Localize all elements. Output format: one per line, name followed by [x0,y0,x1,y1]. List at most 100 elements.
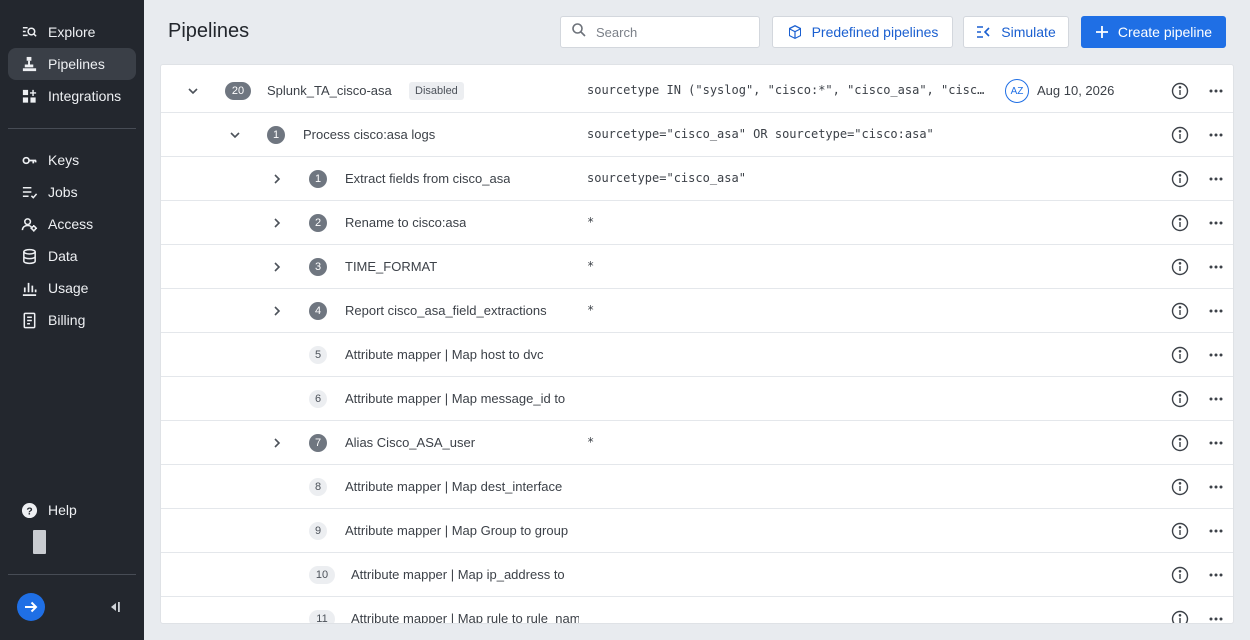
sidebar-item-label: Help [48,502,77,518]
more-options-icon[interactable] [1207,610,1225,623]
chevron-down-icon[interactable] [185,83,201,99]
sidebar: Explore Pipelines Integrations Keys Jobs… [0,0,144,640]
more-options-icon[interactable] [1207,214,1225,232]
more-options-icon[interactable] [1207,82,1225,100]
sidebar-item-access[interactable]: Access [8,208,136,240]
sidebar-item-label: Usage [48,280,89,296]
arrow-right-icon[interactable] [17,593,45,621]
more-options-icon[interactable] [1207,478,1225,496]
jobs-icon [20,183,38,201]
table-row[interactable]: 5 Attribute mapper | Map host to dvc [161,333,1233,377]
chevron-right-icon[interactable] [269,215,285,231]
bar-chart-icon [20,279,38,297]
sidebar-item-explore[interactable]: Explore [8,16,136,48]
info-icon[interactable] [1171,522,1189,540]
step-name: Process cisco:asa logs [303,127,436,142]
info-icon[interactable] [1171,566,1189,584]
sidebar-item-label: Keys [48,152,80,168]
more-options-icon[interactable] [1207,126,1225,144]
info-icon[interactable] [1171,610,1189,623]
chevron-down-icon[interactable] [227,127,243,143]
more-options-icon[interactable] [1207,522,1225,540]
billing-icon [20,311,38,329]
chevron-right-icon[interactable] [269,171,285,187]
step-name: Attribute mapper | Map dest_interface [345,479,563,494]
info-icon[interactable] [1171,302,1189,320]
chevron-right-icon[interactable] [269,303,285,319]
pipelines-icon [20,55,38,73]
more-options-icon[interactable] [1207,566,1225,584]
step-number-badge: 4 [309,302,327,320]
table-row[interactable]: 8 Attribute mapper | Map dest_interface [161,465,1233,509]
sidebar-item-billing[interactable]: Billing [8,304,136,336]
table-row[interactable]: 1 Extract fields from cisco_asa sourcety… [161,157,1233,201]
table-row[interactable]: 7 Alias Cisco_ASA_user * [161,421,1233,465]
table-row[interactable]: 20 Splunk_TA_cisco-asa Disabled sourcety… [161,69,1233,113]
table-row[interactable]: 9 Attribute mapper | Map Group to group [161,509,1233,553]
search-box[interactable] [560,16,760,48]
step-condition: * [587,303,595,317]
sidebar-divider [8,574,136,575]
sidebar-item-integrations[interactable]: Integrations [8,80,136,112]
info-icon[interactable] [1171,258,1189,276]
svg-text:?: ? [26,506,32,517]
info-icon[interactable] [1171,82,1189,100]
search-icon [571,22,587,43]
step-number-badge: 7 [309,434,327,452]
table-row[interactable]: 1 Process cisco:asa logs sourcetype="cis… [161,113,1233,157]
step-name: Extract fields from cisco_asa [345,171,511,186]
info-icon[interactable] [1171,170,1189,188]
table-row[interactable]: 11 Attribute mapper | Map rule to rule_n… [161,597,1233,623]
table-row[interactable]: 10 Attribute mapper | Map ip_address to [161,553,1233,597]
pipelines-table: 20 Splunk_TA_cisco-asa Disabled sourcety… [160,64,1234,624]
sidebar-divider [8,128,136,129]
simulate-button[interactable]: Simulate [963,16,1069,48]
info-icon[interactable] [1171,478,1189,496]
sidebar-item-keys[interactable]: Keys [8,144,136,176]
step-number-badge: 9 [309,522,327,540]
more-options-icon[interactable] [1207,434,1225,452]
info-icon[interactable] [1171,390,1189,408]
pipeline-date: Aug 10, 2026 [1037,83,1115,98]
more-options-icon[interactable] [1207,170,1225,188]
predefined-pipelines-button[interactable]: Predefined pipelines [772,16,953,48]
step-number-badge: 8 [309,478,327,496]
more-options-icon[interactable] [1207,302,1225,320]
info-icon[interactable] [1171,126,1189,144]
table-row[interactable]: 6 Attribute mapper | Map message_id to [161,377,1233,421]
step-name: Attribute mapper | Map message_id to [345,391,566,406]
step-condition: * [587,435,595,449]
explore-icon [20,23,38,41]
more-options-icon[interactable] [1207,346,1225,364]
chevron-right-icon[interactable] [269,259,285,275]
step-number-badge: 6 [309,390,327,408]
table-row[interactable]: 4 Report cisco_asa_field_extractions * [161,289,1233,333]
user-avatar[interactable] [33,530,46,554]
owner-avatar: AZ [1005,79,1029,103]
more-options-icon[interactable] [1207,258,1225,276]
key-icon [20,151,38,169]
collapse-sidebar-icon[interactable] [104,597,124,617]
sidebar-item-usage[interactable]: Usage [8,272,136,304]
step-number-badge: 2 [309,214,327,232]
sidebar-item-help[interactable]: ? Help [8,494,136,526]
table-row[interactable]: 3 TIME_FORMAT * [161,245,1233,289]
more-options-icon[interactable] [1207,390,1225,408]
step-condition: sourcetype="cisco_asa" [587,171,746,185]
step-name: Rename to cisco:asa [345,215,467,230]
info-icon[interactable] [1171,346,1189,364]
package-icon [787,24,803,40]
info-icon[interactable] [1171,214,1189,232]
sidebar-item-jobs[interactable]: Jobs [8,176,136,208]
info-icon[interactable] [1171,434,1189,452]
sidebar-item-pipelines[interactable]: Pipelines [8,48,136,80]
table-row[interactable]: 2 Rename to cisco:asa * [161,201,1233,245]
search-input[interactable] [596,24,746,40]
chevron-right-icon[interactable] [269,435,285,451]
step-number-badge: 1 [309,170,327,188]
integrations-icon [20,87,38,105]
create-pipeline-button[interactable]: Create pipeline [1081,16,1226,48]
sidebar-item-label: Billing [48,312,86,328]
access-icon [20,215,38,233]
sidebar-item-data[interactable]: Data [8,240,136,272]
